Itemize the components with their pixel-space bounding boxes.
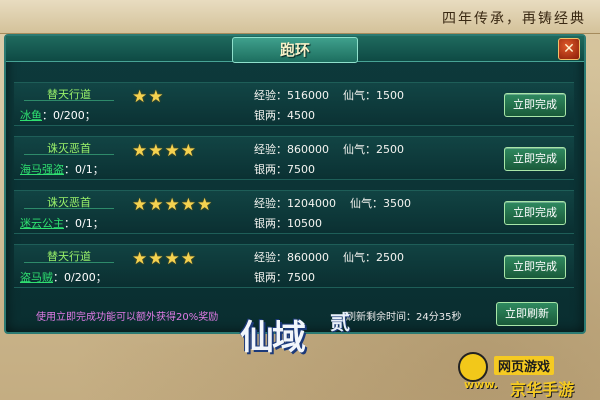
- task-title: 诛灭恶首: [24, 140, 114, 155]
- task-row: 诛灭恶首 迷云公主：0/1； ★★★★★ 经验：1204000 仙气：3500 银…: [14, 190, 574, 234]
- target-name-link[interactable]: 海马强盗: [20, 163, 64, 176]
- exp-reward: 经验：1204000: [254, 197, 336, 210]
- task-title: 替天行道: [24, 86, 114, 101]
- complete-now-button[interactable]: 立即完成: [504, 201, 566, 225]
- task-progress: ：0/200；: [42, 109, 96, 122]
- task-target: 冰鱼：0/200；: [20, 107, 96, 123]
- task-title: 诛灭恶首: [24, 194, 114, 209]
- watermark-top: 网页游戏: [494, 356, 555, 375]
- xianqi-reward: 仙气：2500: [343, 251, 404, 264]
- silver-reward: 银两：7500: [254, 163, 315, 176]
- target-name-link[interactable]: 冰鱼: [20, 109, 42, 122]
- slogan-text: 四年传承，再铸经典: [442, 11, 586, 27]
- difficulty-stars: ★★★★: [132, 249, 197, 269]
- difficulty-stars: ★★★★: [132, 141, 197, 161]
- refresh-now-button[interactable]: 立即刷新: [496, 302, 558, 326]
- silver-reward: 银两：4500: [254, 109, 315, 122]
- task-row: 替天行道 冰鱼：0/200； ★★ 经验：516000 仙气：1500 银两：45…: [14, 82, 574, 126]
- task-progress: ：0/200；: [53, 271, 107, 284]
- task-row: 替天行道 盗马贼：0/200； ★★★★ 经验：860000 仙气：2500 银两…: [14, 244, 574, 288]
- star-icon: ★: [180, 141, 196, 161]
- star-icon: ★: [148, 195, 164, 215]
- star-icon: ★: [180, 195, 196, 215]
- bonus-tip: 使用立即完成功能可以额外获得20%奖励: [36, 312, 219, 323]
- logo-main-text: 仙域: [240, 318, 306, 358]
- difficulty-stars: ★★: [132, 87, 165, 107]
- complete-now-button[interactable]: 立即完成: [504, 255, 566, 279]
- close-button[interactable]: ✕: [558, 38, 580, 60]
- star-icon: ★: [132, 195, 148, 215]
- reward-line-1: 经验：1204000 仙气：3500: [254, 195, 411, 211]
- task-title: 替天行道: [24, 248, 114, 263]
- star-icon: ★: [132, 87, 148, 107]
- panel-title: 跑环: [232, 37, 358, 63]
- exp-reward: 经验：860000: [254, 251, 329, 264]
- reward-line-1: 经验：516000 仙气：1500: [254, 87, 404, 103]
- xianqi-reward: 仙气：3500: [350, 197, 411, 210]
- silver-reward: 银两：7500: [254, 271, 315, 284]
- xianqi-reward: 仙气：1500: [343, 89, 404, 102]
- star-icon: ★: [132, 249, 148, 269]
- watermark-url: www.: [464, 378, 498, 391]
- exp-reward: 经验：516000: [254, 89, 329, 102]
- xianqi-reward: 仙气：2500: [343, 143, 404, 156]
- star-icon: ★: [148, 87, 164, 107]
- logo-sub-text: 贰: [330, 310, 350, 334]
- task-progress: ：0/1；: [64, 217, 104, 230]
- top-banner: 四年传承，再铸经典: [0, 0, 600, 34]
- task-row: 诛灭恶首 海马强盗：0/1； ★★★★ 经验：860000 仙气：2500 银两：…: [14, 136, 574, 180]
- complete-now-button[interactable]: 立即完成: [504, 93, 566, 117]
- game-logo: 仙域 贰: [232, 300, 362, 390]
- target-name-link[interactable]: 盗马贼: [20, 271, 53, 284]
- site-watermark: 网页游戏 www. 京华手游: [458, 350, 600, 400]
- refresh-timer: 刷新剩余时间：24分35秒: [346, 312, 462, 323]
- reward-line-1: 经验：860000 仙气：2500: [254, 249, 404, 265]
- task-target: 迷云公主：0/1；: [20, 215, 104, 231]
- task-target: 海马强盗：0/1；: [20, 161, 104, 177]
- star-icon: ★: [164, 195, 180, 215]
- star-icon: ★: [197, 195, 213, 215]
- watermark-site: 京华手游: [510, 380, 575, 399]
- star-icon: ★: [148, 249, 164, 269]
- star-icon: ★: [164, 141, 180, 161]
- star-icon: ★: [132, 141, 148, 161]
- target-name-link[interactable]: 迷云公主: [20, 217, 64, 230]
- difficulty-stars: ★★★★★: [132, 195, 213, 215]
- huan-task-panel: 跑环 ✕ 替天行道 冰鱼：0/200； ★★ 经验：516000 仙气：1500 …: [4, 34, 586, 334]
- exp-reward: 经验：860000: [254, 143, 329, 156]
- star-icon: ★: [148, 141, 164, 161]
- task-progress: ：0/1；: [64, 163, 104, 176]
- complete-now-button[interactable]: 立即完成: [504, 147, 566, 171]
- star-icon: ★: [164, 249, 180, 269]
- task-target: 盗马贼：0/200；: [20, 269, 107, 285]
- reward-line-1: 经验：860000 仙气：2500: [254, 141, 404, 157]
- silver-reward: 银两：10500: [254, 217, 322, 230]
- star-icon: ★: [180, 249, 196, 269]
